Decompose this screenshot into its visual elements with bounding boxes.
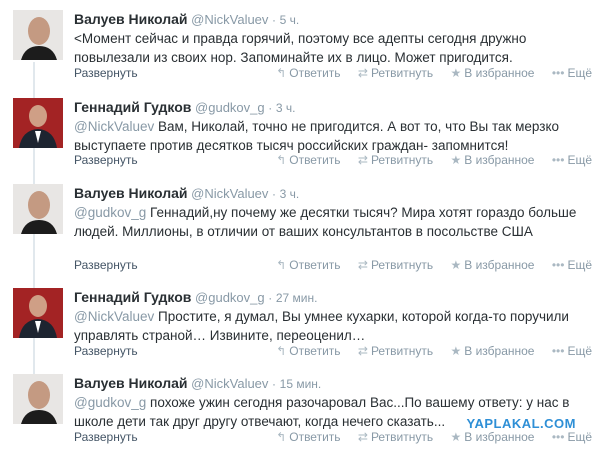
tweet-header: Геннадий Гудков @gudkov_g · 3 ч. <box>74 99 296 115</box>
reply-icon: ↰ <box>276 344 287 358</box>
tweet-timestamp[interactable]: 15 мин. <box>280 377 322 391</box>
favorite-button[interactable]: ★ В избранное <box>450 430 534 444</box>
ellipsis-icon: ••• <box>551 258 565 272</box>
tweet-text: <Момент сейчас и правда горячий, поэтому… <box>74 29 594 67</box>
star-icon: ★ <box>450 344 462 358</box>
mention-link[interactable]: @NickValuev <box>74 119 154 134</box>
reply-icon: ↰ <box>276 153 287 167</box>
author-name[interactable]: Валуев Николай <box>74 185 188 201</box>
star-icon: ★ <box>450 66 462 80</box>
more-button[interactable]: ••• Ещё <box>552 153 592 167</box>
author-handle[interactable]: @NickValuev <box>191 376 268 391</box>
tweet-timestamp[interactable]: 27 мин. <box>276 291 318 305</box>
tweet-header: Геннадий Гудков @gudkov_g · 27 мин. <box>74 289 318 305</box>
retweet-button[interactable]: ⇄ Ретвитнуть <box>358 66 433 80</box>
author-name[interactable]: Валуев Николай <box>74 11 188 27</box>
ellipsis-icon: ••• <box>551 430 565 444</box>
expand-link[interactable]: Развернуть <box>74 153 138 167</box>
tweet-text: @gudkov_g Геннадий,ну почему же десятки … <box>74 203 594 241</box>
star-icon: ★ <box>450 153 462 167</box>
retweet-button[interactable]: ⇄ Ретвитнуть <box>358 153 433 167</box>
ellipsis-icon: ••• <box>551 344 565 358</box>
author-handle[interactable]: @gudkov_g <box>195 290 265 305</box>
favorite-button[interactable]: ★ В избранное <box>450 344 534 358</box>
favorite-button[interactable]: ★ В избранное <box>450 153 534 167</box>
tweet-text: @NickValuev Простите, я думал, Вы умнее … <box>74 307 594 345</box>
author-name[interactable]: Геннадий Гудков <box>74 99 191 115</box>
retweet-button[interactable]: ⇄ Ретвитнуть <box>358 258 433 272</box>
retweet-button[interactable]: ⇄ Ретвитнуть <box>358 430 433 444</box>
mention-link[interactable]: @gudkov_g <box>74 205 146 220</box>
expand-link[interactable]: Развернуть <box>74 430 138 444</box>
author-name[interactable]: Геннадий Гудков <box>74 289 191 305</box>
mention-link[interactable]: @NickValuev <box>74 309 154 324</box>
tweet-footer: Развернуть ↰ Ответить ⇄ Ретвитнуть ★ В избр… <box>74 153 592 169</box>
author-handle[interactable]: @NickValuev <box>191 186 268 201</box>
tweet-timestamp[interactable]: 3 ч. <box>280 187 300 201</box>
more-button[interactable]: ••• Ещё <box>552 344 592 358</box>
tweet-body: <Момент сейчас и правда горячий, поэтому… <box>74 31 527 65</box>
tweet-footer: Развернуть ↰ Ответить ⇄ Ретвитнуть ★ В избр… <box>74 430 592 446</box>
star-icon: ★ <box>450 430 462 444</box>
tweet-body: Геннадий,ну почему же десятки тысяч? Мир… <box>74 205 577 239</box>
reply-icon: ↰ <box>276 430 287 444</box>
watermark: YAPLAKAL.COM <box>466 416 576 431</box>
reply-icon: ↰ <box>276 66 287 80</box>
reply-button[interactable]: ↰ Ответить <box>276 344 340 358</box>
tweet-timestamp[interactable]: 5 ч. <box>280 13 300 27</box>
reply-icon: ↰ <box>276 258 287 272</box>
more-button[interactable]: ••• Ещё <box>552 66 592 80</box>
mention-link[interactable]: @gudkov_g <box>74 395 146 410</box>
avatar-gudkov[interactable] <box>13 288 63 338</box>
tweet-text: @NickValuev Вам, Николай, точно не приго… <box>74 117 594 155</box>
more-button[interactable]: ••• Ещё <box>552 258 592 272</box>
tweet-header: Валуев Николай @NickValuev · 5 ч. <box>74 11 300 27</box>
author-handle[interactable]: @gudkov_g <box>195 100 265 115</box>
reply-button[interactable]: ↰ Ответить <box>276 153 340 167</box>
retweet-icon: ⇄ <box>357 153 368 167</box>
reply-button[interactable]: ↰ Ответить <box>276 66 340 80</box>
ellipsis-icon: ••• <box>551 153 565 167</box>
tweet-footer: Развернуть ↰ Ответить ⇄ Ретвитнуть ★ В избр… <box>74 344 592 360</box>
tweet-header: Валуев Николай @NickValuev · 3 ч. <box>74 185 300 201</box>
retweet-icon: ⇄ <box>357 430 368 444</box>
expand-link[interactable]: Развернуть <box>74 66 138 80</box>
avatar-valuev[interactable] <box>13 10 63 60</box>
tweet-header: Валуев Николай @NickValuev · 15 мин. <box>74 375 322 391</box>
reply-button[interactable]: ↰ Ответить <box>276 258 340 272</box>
star-icon: ★ <box>450 258 462 272</box>
retweet-icon: ⇄ <box>357 66 368 80</box>
author-handle[interactable]: @NickValuev <box>191 12 268 27</box>
tweet-timestamp[interactable]: 3 ч. <box>276 101 296 115</box>
author-name[interactable]: Валуев Николай <box>74 375 188 391</box>
favorite-button[interactable]: ★ В избранное <box>450 258 534 272</box>
avatar-valuev[interactable] <box>13 184 63 234</box>
more-button[interactable]: ••• Ещё <box>552 430 592 444</box>
favorite-button[interactable]: ★ В избранное <box>450 66 534 80</box>
avatar-valuev[interactable] <box>13 374 63 424</box>
expand-link[interactable]: Развернуть <box>74 258 138 272</box>
reply-button[interactable]: ↰ Ответить <box>276 430 340 444</box>
retweet-icon: ⇄ <box>357 344 368 358</box>
retweet-icon: ⇄ <box>357 258 368 272</box>
retweet-button[interactable]: ⇄ Ретвитнуть <box>358 344 433 358</box>
expand-link[interactable]: Развернуть <box>74 344 138 358</box>
avatar-gudkov[interactable] <box>13 98 63 148</box>
tweet-footer: Развернуть ↰ Ответить ⇄ Ретвитнуть ★ В избр… <box>74 258 592 274</box>
ellipsis-icon: ••• <box>551 66 565 80</box>
tweet-footer: Развернуть ↰ Ответить ⇄ Ретвитнуть ★ В избр… <box>74 66 592 82</box>
